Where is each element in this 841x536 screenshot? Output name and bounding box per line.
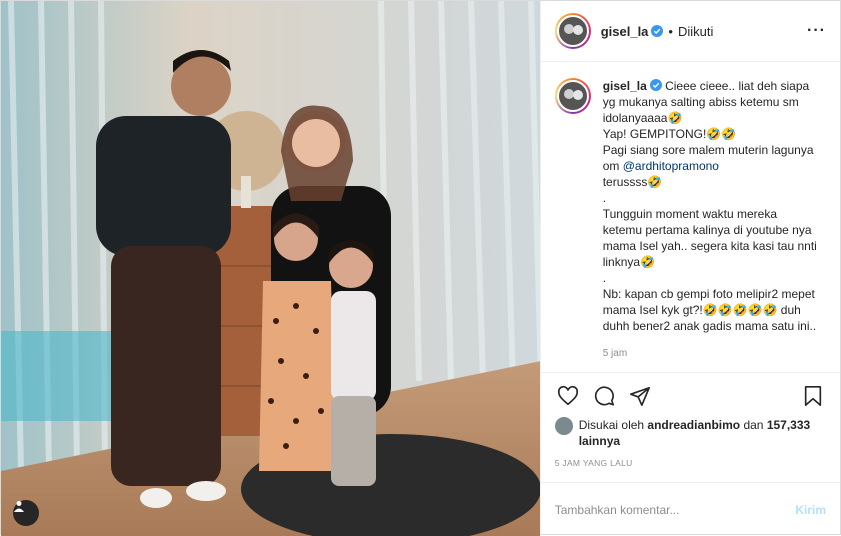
post-actions: Disukai oleh andreadianbimo dan 157,333 … xyxy=(540,372,840,468)
comment-input[interactable] xyxy=(554,502,796,517)
heart-icon[interactable] xyxy=(555,383,581,409)
liker-username[interactable]: andreadianbimo xyxy=(647,418,740,432)
more-options-icon[interactable]: ··· xyxy=(807,22,826,40)
person-glyph xyxy=(14,501,24,512)
header-username[interactable]: gisel_la xyxy=(601,24,649,39)
caption-section: gisel_la Cieee cieee.. liat deh siapa yg… xyxy=(541,62,840,372)
avatar-image xyxy=(556,15,589,47)
caption-line-6: Tungguin moment waktu mereka ketemu pert… xyxy=(602,207,817,269)
caption-line-5: . xyxy=(602,191,607,205)
caption-line-8: Nb: kapan cb gempi foto melipir2 mepet m… xyxy=(602,287,817,333)
caption-line-7: . xyxy=(602,271,607,285)
caption-avatar[interactable] xyxy=(554,78,591,114)
tagged-users-icon[interactable] xyxy=(13,500,39,526)
comment-box: Kirim xyxy=(540,482,840,536)
post-timestamp[interactable]: 5 JAM YANG LALU xyxy=(555,458,826,468)
caption-line-4: terussss🤣 xyxy=(602,175,663,189)
action-icon-row xyxy=(555,383,826,409)
mention-link[interactable]: @ardhitopramono xyxy=(623,159,719,173)
post-header: gisel_la • Diikuti ··· xyxy=(540,1,840,62)
caption-verified-badge-icon xyxy=(649,79,662,91)
share-icon[interactable] xyxy=(627,383,653,409)
caption-text: gisel_la Cieee cieee.. liat deh siapa yg… xyxy=(603,78,818,372)
photo-illustration xyxy=(1,1,540,536)
liker-avatar[interactable] xyxy=(554,417,573,435)
follow-status-button[interactable]: Diikuti xyxy=(678,24,713,39)
instagram-post: gisel_la • Diikuti ··· gisel_la Cieee ci… xyxy=(0,0,841,536)
post-photo[interactable] xyxy=(1,1,540,536)
comment-icon[interactable] xyxy=(591,383,617,409)
header-separator: • xyxy=(668,23,673,39)
send-comment-button[interactable]: Kirim xyxy=(795,503,826,517)
caption-avatar-image xyxy=(556,80,589,112)
verified-badge-icon xyxy=(651,25,664,37)
post-side-panel: gisel_la • Diikuti ··· gisel_la Cieee ci… xyxy=(539,1,840,536)
likes-text: Disukai oleh andreadianbimo dan 157,333 … xyxy=(579,417,826,449)
caption-username[interactable]: gisel_la xyxy=(603,79,647,93)
profile-avatar[interactable] xyxy=(554,13,591,49)
caption-time[interactable]: 5 jam xyxy=(603,346,818,362)
caption-line-2: Yap! GEMPITONG!🤣🤣 xyxy=(602,127,737,141)
bookmark-icon[interactable] xyxy=(800,383,826,409)
likes-prefix: Disukai oleh xyxy=(578,418,648,432)
likes-middle: dan xyxy=(740,418,767,432)
likes-summary: Disukai oleh andreadianbimo dan 157,333 … xyxy=(554,417,826,449)
